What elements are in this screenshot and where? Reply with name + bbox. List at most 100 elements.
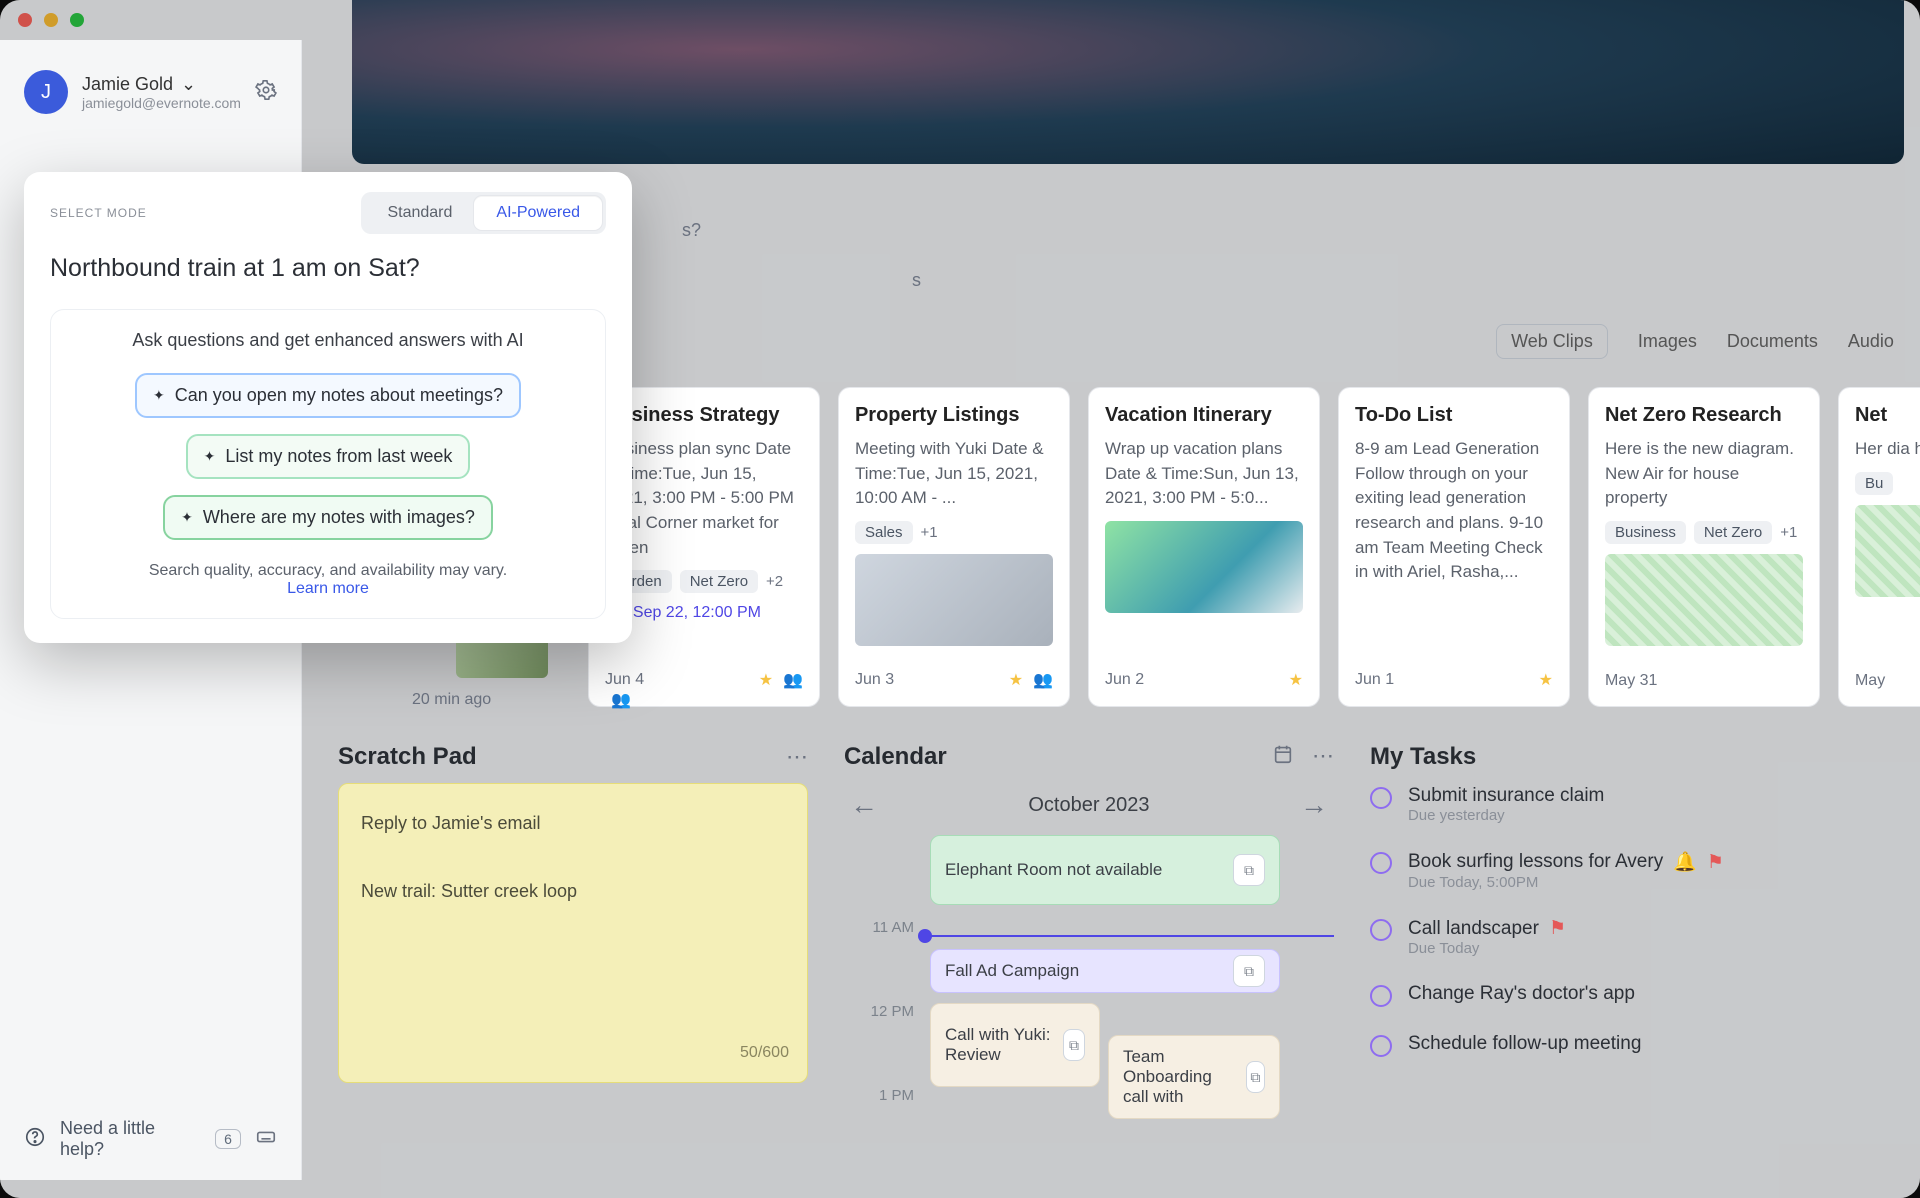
ai-suggestions-card: Ask questions and get enhanced answers w… [50, 309, 606, 619]
chevron-down-icon[interactable]: ⌄ [181, 74, 196, 95]
task-title: Book surfing lessons for Avery [1408, 851, 1663, 873]
sparkle-icon: ✦ [204, 448, 216, 465]
note-thumbnail [1855, 505, 1920, 597]
more-icon[interactable]: ⋯ [1312, 743, 1334, 771]
bell-icon: 🔔 [1673, 850, 1697, 874]
tag[interactable]: Net Zero [680, 570, 758, 593]
prev-month-button[interactable]: ← [850, 789, 878, 821]
mode-ai-powered[interactable]: AI-Powered [474, 196, 602, 230]
note-snippet: Here is the new diagram. New Air for hou… [1605, 437, 1803, 511]
task-checkbox[interactable] [1370, 985, 1392, 1007]
task-checkbox[interactable] [1370, 919, 1392, 941]
tag[interactable]: Net Zero [1694, 521, 1772, 544]
calendar-grid: Elephant Room not available⧉ Fall Ad Camp… [930, 835, 1334, 1095]
filter-tab-web-clips[interactable]: Web Clips [1496, 324, 1608, 359]
shared-icon: 👥 [611, 690, 631, 710]
task-item[interactable]: Schedule follow-up meeting [1370, 1033, 1920, 1057]
note-snippet: Her dia hou [1855, 437, 1920, 462]
task-subtext: Due yesterday [1408, 807, 1604, 824]
calendar-event[interactable]: Team Onboarding call with⧉ [1108, 1035, 1280, 1119]
note-title: Vacation Itinerary [1105, 404, 1303, 427]
note-footer: Jun 2 ★ [1105, 670, 1303, 690]
note-tags: Bu [1855, 472, 1920, 495]
task-item[interactable]: Change Ray's doctor's app [1370, 983, 1920, 1007]
ai-disclaimer: Search quality, accuracy, and availabili… [149, 562, 507, 579]
select-mode-label: SELECT MODE [50, 206, 147, 220]
account-email: jamiegold@evernote.com [82, 95, 241, 111]
keyboard-icon[interactable] [255, 1126, 277, 1153]
note-card[interactable]: NetHer dia houBuMay [1838, 387, 1920, 707]
calendar-event[interactable]: Fall Ad Campaign⧉ [930, 949, 1280, 993]
note-date: May [1855, 672, 1885, 690]
calendar-title: Calendar [844, 743, 947, 771]
gear-icon[interactable] [255, 79, 277, 106]
tag[interactable]: Business [1605, 521, 1686, 544]
event-link-icon[interactable]: ⧉ [1233, 955, 1265, 987]
note-tags: gardenNet Zero+2 [605, 570, 803, 593]
more-tags[interactable]: +1 [1780, 524, 1797, 541]
shared-icon: 👥 [783, 670, 803, 690]
scratch-textarea[interactable]: Reply to Jamie's email New trail: Sutter… [338, 783, 808, 1083]
note-thumbnail [1105, 521, 1303, 613]
note-footer: Jun 1★ [1355, 670, 1553, 690]
tag[interactable]: Bu [1855, 472, 1893, 495]
calendar-event[interactable]: Elephant Room not available⧉ [930, 835, 1280, 905]
note-card[interactable]: Net Zero ResearchHere is the new diagram… [1588, 387, 1820, 707]
ai-suggestion-chip[interactable]: ✦Where are my notes with images? [163, 495, 493, 540]
ai-suggestion-chip[interactable]: ✦List my notes from last week [186, 434, 471, 479]
note-date: Jun 4 [605, 671, 644, 689]
calendar-date-icon[interactable] [1272, 743, 1294, 771]
scratch-title: Scratch Pad [338, 743, 477, 771]
task-item[interactable]: Submit insurance claim Due yesterday [1370, 785, 1920, 824]
note-card[interactable]: To-Do List8-9 am Lead Generation Follow … [1338, 387, 1570, 707]
calendar-month-nav: ← October 2023 → [844, 783, 1334, 835]
note-card[interactable]: Property ListingsMeeting with Yuki Date … [838, 387, 1070, 707]
sidebar-footer: Need a little help? 6 [0, 1098, 301, 1180]
flag-icon: ⚑ [1707, 851, 1724, 874]
event-label: Team Onboarding call with [1123, 1047, 1238, 1107]
note-card[interactable]: Vacation Itinerary Wrap up vacation plans… [1088, 387, 1320, 707]
star-icon: ★ [1289, 670, 1303, 690]
lower-panels: Scratch Pad ⋯ Reply to Jamie's email New… [326, 725, 1920, 1095]
calendar-body: 11 AM12 PM1 PM Elephant Room not availab… [844, 835, 1334, 1095]
task-item[interactable]: Book surfing lessons for Avery 🔔 ⚑ Due T… [1370, 850, 1920, 891]
note-thumbnail [1605, 554, 1803, 646]
mode-segmented-control: StandardAI-Powered [361, 192, 606, 234]
suggestion-text: Can you open my notes about meetings? [175, 385, 503, 406]
task-checkbox[interactable] [1370, 1035, 1392, 1057]
task-title: Call landscaper [1408, 918, 1539, 940]
help-icon[interactable] [24, 1126, 46, 1153]
note-snippet: 8-9 am Lead Generation Follow through on… [1355, 437, 1553, 585]
next-month-button[interactable]: → [1300, 789, 1328, 821]
help-label[interactable]: Need a little help? [60, 1118, 201, 1160]
scratch-line: New trail: Sutter creek loop [361, 874, 785, 908]
tag[interactable]: Sales [855, 521, 913, 544]
account-header[interactable]: J Jamie Gold⌄ jamiegold@evernote.com [0, 40, 301, 114]
more-tags[interactable]: +1 [921, 524, 938, 541]
more-tags[interactable]: +2 [766, 573, 783, 590]
ai-suggestions-lead: Ask questions and get enhanced answers w… [71, 330, 585, 351]
more-icon[interactable]: ⋯ [786, 744, 808, 770]
filter-tab-documents[interactable]: Documents [1727, 331, 1818, 352]
event-link-icon[interactable]: ⧉ [1246, 1061, 1265, 1093]
ai-search-input[interactable] [50, 254, 606, 283]
calendar-event[interactable]: Call with Yuki: Review⧉ [930, 1003, 1100, 1087]
task-checkbox[interactable] [1370, 787, 1392, 809]
ai-suggestion-chip[interactable]: ✦Can you open my notes about meetings? [135, 373, 521, 418]
star-icon: ★ [1009, 670, 1023, 690]
filter-tab-audio[interactable]: Audio [1848, 331, 1894, 352]
event-link-icon[interactable]: ⧉ [1233, 854, 1265, 886]
calendar-month-label: October 2023 [1028, 794, 1149, 817]
avatar: J [24, 70, 68, 114]
task-item[interactable]: Call landscaper ⚑ Due Today [1370, 917, 1920, 957]
task-title: Schedule follow-up meeting [1408, 1033, 1641, 1055]
tasks-title: My Tasks [1370, 743, 1476, 771]
note-snippet: Wrap up vacation plans Date & Time:Sun, … [1105, 437, 1303, 511]
filter-tab-images[interactable]: Images [1638, 331, 1697, 352]
event-link-icon[interactable]: ⧉ [1063, 1029, 1085, 1061]
learn-more-link[interactable]: Learn more [287, 580, 369, 597]
mode-standard[interactable]: Standard [365, 196, 474, 230]
note-date: Jun 2 [1105, 671, 1144, 689]
task-checkbox[interactable] [1370, 852, 1392, 874]
task-subtext: Due Today, 5:00PM [1408, 874, 1724, 891]
